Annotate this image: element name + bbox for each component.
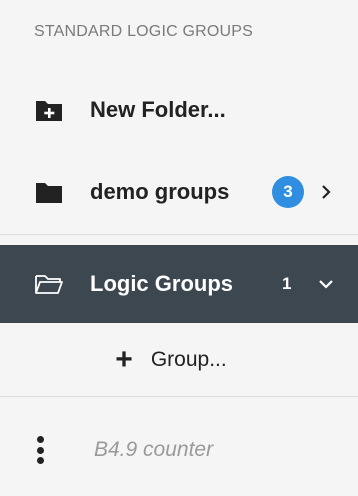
add-group-row: + Group... bbox=[0, 324, 358, 396]
logic-item-label: B4.9 counter bbox=[94, 438, 214, 461]
new-folder-item[interactable]: New Folder... bbox=[0, 80, 358, 140]
chevron-right-icon[interactable] bbox=[316, 182, 336, 202]
folder-label: demo groups bbox=[90, 179, 230, 204]
add-group-label: Group... bbox=[150, 348, 227, 371]
add-group-button[interactable]: + Group... bbox=[115, 345, 226, 375]
divider bbox=[0, 396, 358, 397]
count-badge: 3 bbox=[272, 176, 304, 208]
new-folder-label: New Folder... bbox=[90, 97, 226, 122]
folder-plus-icon bbox=[34, 97, 64, 123]
chevron-down-icon[interactable] bbox=[316, 274, 336, 294]
kebab-menu-icon[interactable] bbox=[34, 436, 46, 464]
item-count: 1 bbox=[282, 274, 292, 293]
folder-open-icon bbox=[34, 271, 64, 297]
folder-item-demo-groups[interactable]: demo groups 3 bbox=[0, 160, 358, 224]
folder-icon bbox=[34, 179, 64, 205]
section-header: STANDARD LOGIC GROUPS bbox=[34, 23, 254, 40]
divider bbox=[0, 234, 358, 235]
folder-label: Logic Groups bbox=[90, 271, 233, 296]
logic-item-b4-9-counter[interactable]: B4.9 counter bbox=[0, 418, 358, 482]
plus-icon: + bbox=[115, 343, 133, 376]
folder-item-logic-groups[interactable]: Logic Groups 1 bbox=[0, 245, 358, 323]
